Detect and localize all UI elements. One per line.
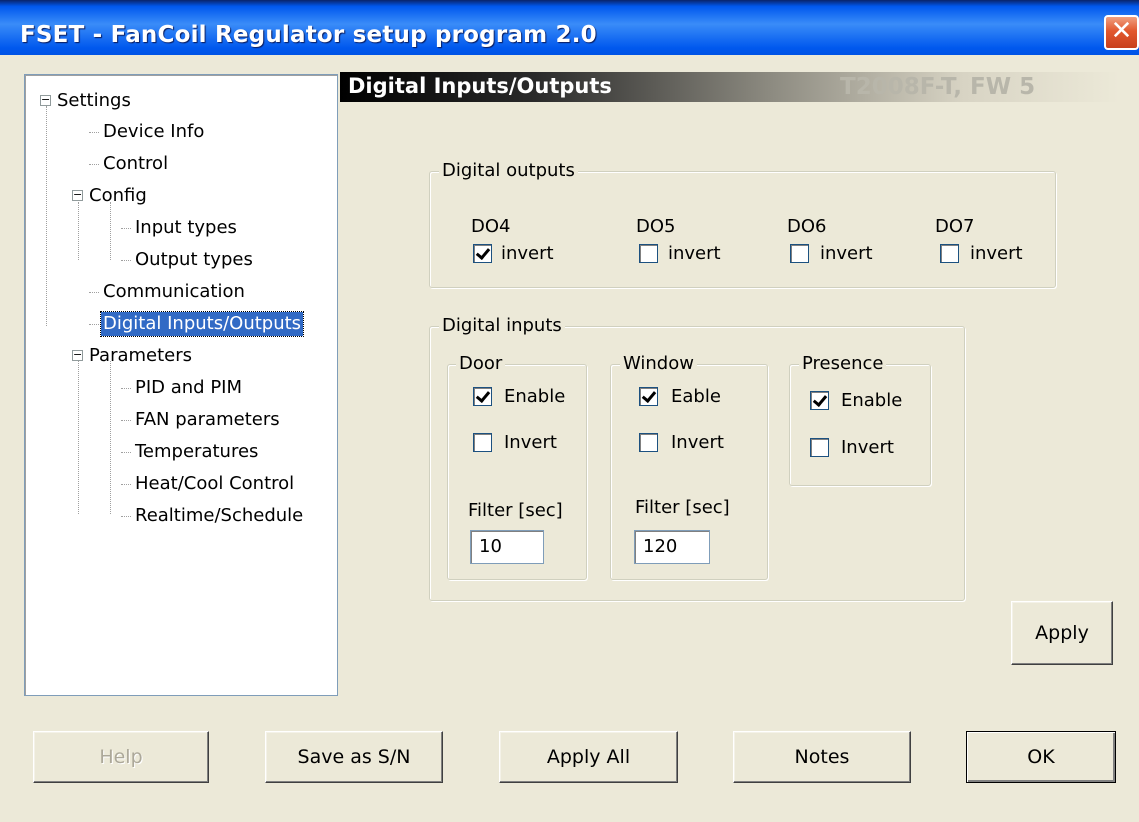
door-enable-checkbox[interactable] xyxy=(473,387,492,406)
tree-line xyxy=(89,324,99,325)
tree-item-control[interactable]: Control xyxy=(101,152,170,176)
presence-invert-label: Invert xyxy=(841,437,894,458)
tree-line xyxy=(89,292,99,293)
tree-line xyxy=(89,132,99,133)
window-filter-label: Filter [sec] xyxy=(635,497,730,518)
tree-item-pid-pim[interactable]: PID and PIM xyxy=(133,376,244,400)
presence-invert-checkbox[interactable] xyxy=(810,438,829,457)
tree-item-input-types[interactable]: Input types xyxy=(133,216,239,240)
tree-line xyxy=(121,260,131,261)
do5-label: DO5 xyxy=(636,216,676,237)
tree-line xyxy=(78,202,79,260)
do6-invert-label: invert xyxy=(820,243,873,264)
do7-label: DO7 xyxy=(935,216,975,237)
window-legend: Window xyxy=(620,354,697,374)
tree-item-device-info[interactable]: Device Info xyxy=(101,120,206,144)
tree-item-fan-parameters[interactable]: FAN parameters xyxy=(133,408,282,432)
tree-item-heat-cool[interactable]: Heat/Cool Control xyxy=(133,472,296,496)
apply-button[interactable]: Apply xyxy=(1011,601,1113,665)
tree-item-communication[interactable]: Communication xyxy=(101,280,247,304)
door-enable-label: Enable xyxy=(504,386,566,407)
do6-label: DO6 xyxy=(787,216,827,237)
window-filter-input[interactable]: 120 xyxy=(634,530,710,564)
tree-item-settings[interactable]: Settings xyxy=(55,89,133,113)
door-filter-label: Filter [sec] xyxy=(468,500,563,521)
door-filter-input[interactable]: 10 xyxy=(470,530,544,564)
device-label: T2008F-T, FW 5 xyxy=(840,74,1036,100)
close-button[interactable]: ✕ xyxy=(1104,15,1139,50)
tree-line xyxy=(121,388,131,389)
tree-item-config[interactable]: Config xyxy=(87,184,149,208)
window-invert-checkbox[interactable] xyxy=(639,433,658,452)
tree-line xyxy=(121,228,131,229)
do7-invert-checkbox[interactable] xyxy=(940,244,959,263)
tree-line xyxy=(78,361,79,514)
collapse-config-icon[interactable]: − xyxy=(72,189,83,201)
notes-button[interactable]: Notes xyxy=(733,731,911,783)
collapse-parameters-icon[interactable]: − xyxy=(72,349,83,361)
settings-tree[interactable]: − Settings Device Info Control − Config … xyxy=(24,74,338,696)
tree-line xyxy=(89,164,99,165)
apply-all-button[interactable]: Apply All xyxy=(499,731,678,783)
tree-line xyxy=(121,420,131,421)
save-sn-button[interactable]: Save as S/N xyxy=(265,731,443,783)
do7-invert-label: invert xyxy=(970,243,1023,264)
tree-line xyxy=(121,516,131,517)
tree-item-realtime[interactable]: Realtime/Schedule xyxy=(133,504,305,528)
door-invert-label: Invert xyxy=(504,432,557,453)
tree-line xyxy=(110,202,111,260)
window-enable-checkbox[interactable] xyxy=(639,387,658,406)
door-legend: Door xyxy=(456,354,506,374)
tree-line xyxy=(46,106,47,326)
do4-label: DO4 xyxy=(471,216,511,237)
ok-button[interactable]: OK xyxy=(966,731,1116,783)
window-invert-label: Invert xyxy=(671,432,724,453)
help-button[interactable]: Help xyxy=(33,731,209,783)
tree-item-output-types[interactable]: Output types xyxy=(133,248,255,272)
presence-enable-checkbox[interactable] xyxy=(810,391,829,410)
presence-enable-label: Enable xyxy=(841,390,903,411)
do4-invert-label: invert xyxy=(501,243,554,264)
window-enable-label: Eable xyxy=(671,386,721,407)
presence-legend: Presence xyxy=(799,354,887,374)
do5-invert-label: invert xyxy=(668,243,721,264)
collapse-settings-icon[interactable]: − xyxy=(40,94,51,106)
tree-item-parameters[interactable]: Parameters xyxy=(87,344,194,368)
tree-item-digital-io[interactable]: Digital Inputs/Outputs xyxy=(99,311,305,337)
door-invert-checkbox[interactable] xyxy=(473,433,492,452)
tree-line xyxy=(110,361,111,514)
do6-invert-checkbox[interactable] xyxy=(790,244,809,263)
do4-invert-checkbox[interactable] xyxy=(473,244,492,263)
digital-inputs-legend: Digital inputs xyxy=(439,316,565,336)
tree-item-temperatures[interactable]: Temperatures xyxy=(133,440,260,464)
presence-group xyxy=(789,364,931,486)
digital-outputs-legend: Digital outputs xyxy=(439,161,578,181)
tree-line xyxy=(121,452,131,453)
window-title: FSET - FanCoil Regulator setup program 2… xyxy=(20,22,597,48)
do5-invert-checkbox[interactable] xyxy=(639,244,658,263)
panel-title: Digital Inputs/Outputs xyxy=(348,74,612,98)
tree-line xyxy=(121,484,131,485)
